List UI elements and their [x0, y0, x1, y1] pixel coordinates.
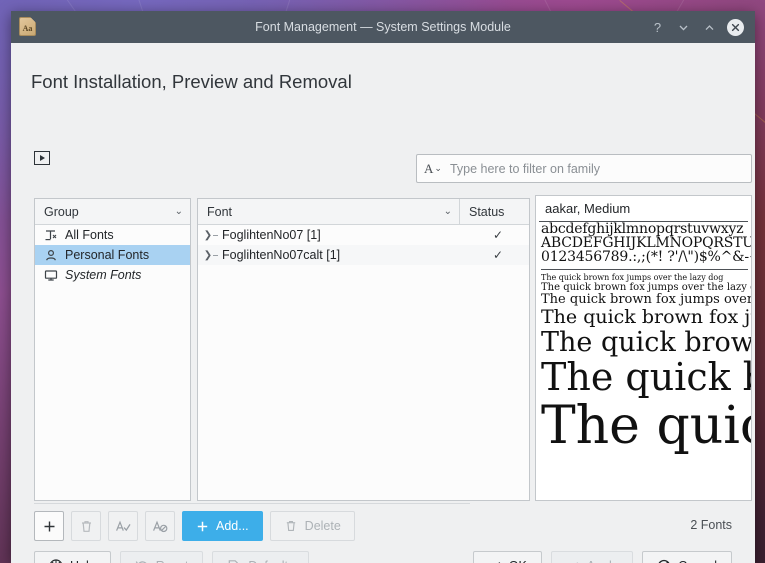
group-header-cell: Group ⌄	[35, 205, 190, 219]
defaults-page-icon	[227, 559, 241, 563]
sidebar-item-personal-fonts[interactable]: Personal Fonts	[35, 245, 190, 265]
apply-button[interactable]: Apply	[551, 551, 633, 563]
all-fonts-icon	[43, 228, 59, 242]
cancel-button[interactable]: Cancel	[642, 551, 732, 563]
font-list-pane: Font ⌄ Status ❯ FoglihtenNo07 [1] ✓	[197, 198, 530, 501]
enable-font-button[interactable]	[108, 511, 138, 541]
footer-right-buttons: OK Apply Cancel	[473, 551, 732, 563]
group-header-label: Group	[44, 205, 79, 219]
search-placeholder: Type here to filter on family	[450, 162, 600, 176]
ok-button-label: OK	[509, 559, 527, 563]
preview-pangram: The quick brown fox jumps over the lazy …	[541, 357, 751, 398]
font-header-label: Font	[207, 205, 232, 219]
font-count-status: 2 Fonts	[690, 518, 732, 532]
sidebar-item-label: System Fonts	[65, 268, 141, 282]
preview-divider	[541, 269, 748, 270]
monitor-icon	[43, 268, 59, 282]
help-button-label: Help	[70, 559, 96, 563]
sidebar-item-system-fonts[interactable]: System Fonts	[35, 265, 190, 285]
add-button[interactable]: Add...	[182, 511, 263, 541]
chevron-right-icon[interactable]: ❯	[200, 250, 222, 261]
window-controls: ?	[649, 19, 744, 36]
delete-button-label: Delete	[305, 519, 341, 533]
remove-group-button[interactable]	[71, 511, 101, 541]
preview-body: abcdefghijklmnopqrstuvwxyz ABCDEFGHIJKLM…	[536, 222, 751, 492]
preview-digits: 0123456789.:,;(*! ?'/\")$%^&-+@~	[541, 250, 751, 264]
person-icon	[43, 248, 59, 262]
check-icon	[488, 559, 502, 563]
font-name: FoglihtenNo07 [1]	[222, 228, 467, 242]
defaults-button-label: Defaults	[248, 559, 294, 563]
search-input[interactable]: A⌄ Type here to filter on family	[416, 154, 752, 183]
status-column-header[interactable]: Status	[460, 205, 529, 219]
font-list: ❯ FoglihtenNo07 [1] ✓ ❯ FoglihtenNo07cal…	[198, 225, 529, 265]
group-pane: Group ⌄ All Fonts	[34, 198, 191, 501]
divider	[34, 503, 470, 504]
delete-button[interactable]: Delete	[270, 511, 355, 541]
reset-button[interactable]: Reset	[120, 551, 204, 563]
chevron-down-icon[interactable]: ⌄	[444, 206, 452, 217]
font-filter-icon[interactable]: A⌄	[424, 161, 442, 177]
preview-pangram: The quick brown fox jumps over the lazy …	[541, 307, 751, 328]
help-icon[interactable]: ?	[649, 19, 666, 36]
app-icon: Aa	[19, 17, 39, 37]
disable-font-button[interactable]	[145, 511, 175, 541]
font-management-window: Aa Font Management — System Settings Mod…	[11, 11, 755, 563]
group-list: All Fonts Personal Fonts	[35, 225, 190, 285]
close-icon[interactable]	[727, 19, 744, 36]
preview-pangram: The quick brown fox jumps over the lazy …	[541, 293, 751, 307]
app-icon-label: Aa	[20, 25, 35, 33]
status-badge: ✓	[467, 248, 529, 262]
font-column-header[interactable]: Font ⌄	[198, 205, 459, 219]
sidebar-item-label: Personal Fonts	[65, 248, 149, 262]
status-badge: ✓	[467, 228, 529, 242]
sidebar-item-all-fonts[interactable]: All Fonts	[35, 225, 190, 245]
ok-button[interactable]: OK	[473, 551, 542, 563]
chevron-right-icon[interactable]: ❯	[200, 230, 222, 241]
check-icon	[566, 559, 580, 563]
add-group-button[interactable]	[34, 511, 64, 541]
status-header-label: Status	[469, 205, 504, 219]
preview-pangram: The quick brown fox jumps over the lazy …	[541, 328, 751, 357]
window-title: Font Management — System Settings Module	[11, 20, 755, 34]
preview-pangram: The quick brown fox jumps over the lazy …	[541, 398, 751, 454]
preview-lowercase: abcdefghijklmnopqrstuvwxyz	[541, 222, 751, 236]
defaults-button[interactable]: Defaults	[212, 551, 309, 563]
footer-left-buttons: Help Reset Defaults	[34, 551, 309, 563]
maximize-icon[interactable]	[701, 19, 718, 36]
filter-icon-letter: A	[424, 161, 433, 177]
preview-play-icon[interactable]	[31, 147, 53, 169]
lifebuoy-icon	[49, 559, 63, 563]
add-button-label: Add...	[216, 519, 249, 533]
help-button[interactable]: Help	[34, 551, 111, 563]
page-title: Font Installation, Preview and Removal	[31, 71, 352, 93]
font-preview-pane[interactable]: aakar, Medium abcdefghijklmnopqrstuvwxyz…	[535, 195, 752, 501]
apply-button-label: Apply	[587, 559, 618, 563]
window-content: Font Installation, Preview and Removal A…	[11, 43, 755, 563]
window-titlebar[interactable]: Aa Font Management — System Settings Mod…	[11, 11, 755, 43]
chevron-down-icon: ⌄	[434, 163, 442, 174]
reset-button-label: Reset	[156, 559, 189, 563]
preview-title: aakar, Medium	[539, 196, 748, 222]
table-row[interactable]: ❯ FoglihtenNo07 [1] ✓	[198, 225, 529, 245]
minimize-icon[interactable]	[675, 19, 692, 36]
font-name: FoglihtenNo07calt [1]	[222, 248, 467, 262]
action-bar: Add... Delete	[34, 511, 355, 541]
undo-icon	[135, 559, 149, 563]
group-header-row[interactable]: Group ⌄	[35, 199, 190, 225]
font-header-row[interactable]: Font ⌄ Status	[198, 199, 529, 225]
chevron-down-icon[interactable]: ⌄	[175, 206, 183, 217]
cancel-button-label: Cancel	[678, 559, 717, 563]
table-row[interactable]: ❯ FoglihtenNo07calt [1] ✓	[198, 245, 529, 265]
sidebar-item-label: All Fonts	[65, 228, 114, 242]
cancel-circle-icon	[657, 559, 671, 563]
preview-uppercase: ABCDEFGHIJKLMNOPQRSTU	[541, 236, 751, 250]
